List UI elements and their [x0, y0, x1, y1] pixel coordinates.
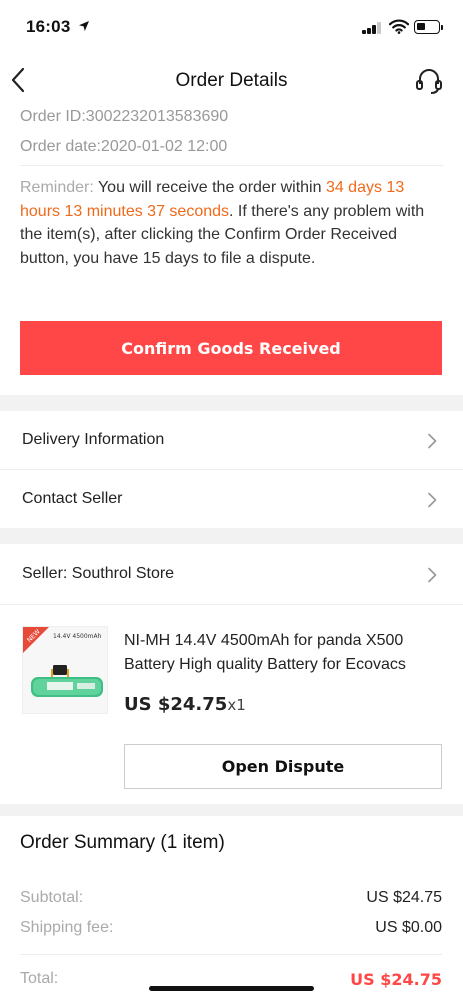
chevron-right-icon	[428, 567, 437, 583]
section-gap	[0, 804, 463, 816]
product-price-value: US $24.75	[124, 694, 228, 715]
order-date: Order date:2020-01-02 12:00	[20, 138, 228, 155]
location-arrow-icon	[79, 21, 89, 31]
nav-bar: Order Details	[0, 54, 463, 106]
total-label: Total:	[20, 970, 59, 987]
cellular-signal-icon	[362, 21, 384, 34]
delivery-information-label: Delivery Information	[22, 431, 165, 448]
seller-row[interactable]: Seller: Southrol Store	[0, 545, 463, 603]
product-image[interactable]: NEW 14.4V 4500mAh	[22, 626, 108, 714]
divider	[20, 954, 442, 955]
product-title[interactable]: NI-MH 14.4V 4500mAh for panda X500 Batte…	[124, 629, 442, 677]
subtotal-value: US $24.75	[366, 889, 442, 906]
product-title-line2: Battery High quality Battery for Ecovacs	[124, 656, 406, 673]
delivery-information-row[interactable]: Delivery Information	[0, 411, 463, 469]
section-gap	[0, 395, 463, 411]
shipping-fee-value: US $0.00	[375, 919, 442, 936]
section-gap	[0, 528, 463, 544]
divider	[0, 604, 463, 605]
order-id: Order ID:3002232013583690	[20, 108, 229, 125]
home-indicator[interactable]	[149, 986, 314, 991]
wifi-icon	[389, 19, 409, 34]
total-value: US $24.75	[350, 970, 442, 989]
confirm-goods-received-button[interactable]: Confirm Goods Received	[20, 321, 442, 375]
shipping-fee-label: Shipping fee:	[20, 919, 114, 936]
product-image-label: 14.4V 4500mAh	[53, 633, 102, 640]
subtotal-row: Subtotal: US $24.75	[20, 889, 442, 907]
subtotal-label: Subtotal:	[20, 889, 84, 906]
product-price: US $24.75x1	[124, 694, 246, 715]
delivery-reminder: Reminder: You will receive the order wit…	[20, 176, 440, 270]
seller-name: Seller: Southrol Store	[22, 565, 175, 582]
open-dispute-button[interactable]: Open Dispute	[124, 744, 442, 789]
reminder-label: Reminder:	[20, 179, 94, 196]
chevron-right-icon	[428, 433, 437, 449]
chevron-right-icon	[428, 492, 437, 508]
battery-icon	[414, 20, 443, 34]
product-title-line1: NI-MH 14.4V 4500mAh for panda X500	[124, 632, 404, 649]
order-summary-title: Order Summary (1 item)	[20, 832, 225, 853]
customer-service-icon[interactable]	[414, 67, 444, 95]
divider	[20, 165, 443, 166]
page-title: Order Details	[175, 70, 288, 91]
contact-seller-row[interactable]: Contact Seller	[0, 470, 463, 528]
reminder-text: You will receive the order within	[93, 179, 326, 196]
contact-seller-label: Contact Seller	[22, 490, 123, 507]
status-bar: 16:03	[0, 0, 463, 54]
status-time: 16:03	[26, 17, 71, 36]
shipping-row: Shipping fee: US $0.00	[20, 919, 442, 937]
battery-product-picture: NEW 14.4V 4500mAh	[23, 627, 107, 713]
product-quantity: x1	[227, 696, 246, 714]
